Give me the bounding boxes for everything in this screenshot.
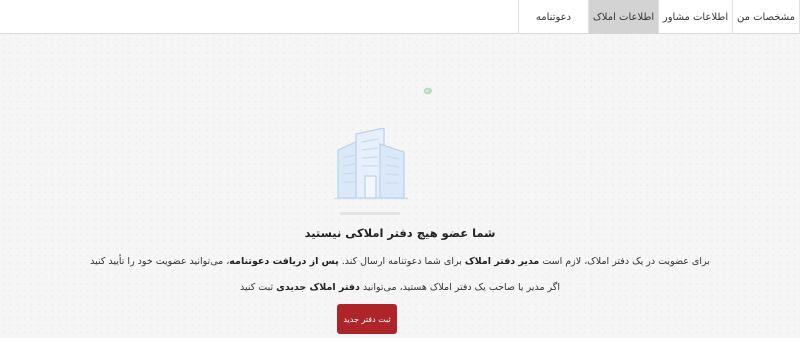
empty-state-hint: اگر مدیر یا صاحب یک دفتر املاک هستید، می…: [0, 282, 800, 293]
decorative-leaf-icon: [423, 87, 433, 95]
desc-bold-after-invite: پس از دریافت دعوتنامه: [229, 256, 339, 267]
desc-text: ، می‌توانید عضویت خود را تأیید کنید: [90, 256, 230, 267]
desc-text: برای عضویت در یک دفتر املاک، لازم است: [539, 256, 710, 267]
tab-consultant-info[interactable]: اطلاعات مشاور: [658, 0, 732, 34]
hint-text: اگر مدیر یا صاحب یک دفتر املاک هستید، می…: [359, 282, 560, 293]
desc-bold-manager: مدیر دفتر املاک: [464, 256, 540, 267]
illustration-shadow: [340, 212, 400, 215]
desc-text: برای شما دعوتنامه ارسال کند.: [338, 256, 465, 267]
building-icon: [334, 128, 408, 200]
empty-state-title: شما عضو هیچ دفتر املاکی نیستید: [304, 226, 496, 240]
hint-text: ثبت کنید: [240, 282, 277, 293]
tab-my-profile[interactable]: مشخصات من: [732, 0, 800, 34]
empty-state-description: برای عضویت در یک دفتر املاک، لازم است مد…: [0, 256, 800, 267]
register-new-office-button[interactable]: ثبت دفتر جدید: [337, 304, 397, 334]
tab-real-estate-info[interactable]: اطلاعات املاک: [588, 0, 658, 34]
tab-bar: مشخصات من اطلاعات مشاور اطلاعات املاک دع…: [0, 0, 800, 34]
page: مشخصات من اطلاعات مشاور اطلاعات املاک دع…: [0, 0, 800, 338]
tab-invitation[interactable]: دعوتنامه: [518, 0, 588, 34]
hint-bold-new-office: دفتر املاک جدیدی: [276, 282, 360, 293]
